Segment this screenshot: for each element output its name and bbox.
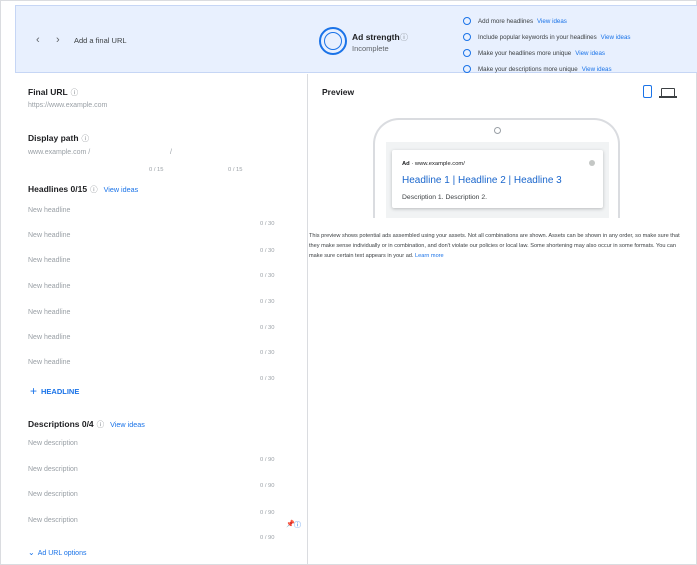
view-ideas-link[interactable]: View ideas — [104, 185, 139, 194]
help-icon[interactable]: ⓘ — [97, 420, 105, 429]
description-counter: 0 / 90 — [260, 457, 275, 463]
ad-strength-status: Incomplete — [352, 44, 389, 53]
view-ideas-link[interactable]: View ideas — [575, 50, 605, 57]
tip-text: Make your descriptions more unique — [478, 65, 578, 73]
view-ideas-link[interactable]: View ideas — [537, 18, 567, 25]
tip-text: Add more headlines — [478, 17, 534, 25]
tip-item: Add more headlines View ideas — [463, 13, 630, 29]
plus-icon: + — [30, 384, 38, 398]
phone-screen: Ad · www.example.com/ Headline 1 | Headl… — [386, 142, 609, 218]
headline-counter: 0 / 30 — [260, 350, 275, 356]
description-counter: 0 / 90 — [260, 510, 275, 516]
final-url-input[interactable]: https://www.example.com — [28, 102, 107, 109]
ad-label: Ad — [402, 161, 410, 167]
headline-input[interactable]: New headline — [28, 257, 70, 264]
view-ideas-link[interactable]: View ideas — [601, 34, 631, 41]
ad-meta: Ad · www.example.com/ — [402, 161, 465, 167]
camera-icon — [494, 127, 501, 134]
ad-preview-card: Ad · www.example.com/ Headline 1 | Headl… — [392, 150, 603, 208]
path1-counter: 0 / 15 — [149, 167, 164, 173]
circle-icon — [463, 17, 471, 25]
headline-counter: 0 / 30 — [260, 221, 275, 227]
tip-text: Include popular keywords in your headlin… — [478, 33, 597, 41]
headlines-label: Headlines 0/15 — [28, 184, 88, 194]
headline-counter: 0 / 30 — [260, 273, 275, 279]
tip-item: Make your headlines more unique View ide… — [463, 45, 630, 61]
description-input[interactable]: New description — [28, 466, 78, 473]
learn-more-link[interactable]: Learn more — [415, 253, 444, 259]
display-path-separator: / — [170, 149, 172, 156]
circle-icon — [463, 33, 471, 41]
ad-url-options-label: Ad URL options — [37, 550, 87, 557]
headline-counter: 0 / 30 — [260, 376, 275, 382]
display-path-prefix: www.example.com / — [28, 149, 91, 156]
descriptions-heading: Descriptions 0/4 ⓘ View ideas — [28, 419, 145, 430]
description-input[interactable]: New description — [28, 517, 78, 524]
help-icon[interactable]: ⓘ — [90, 185, 98, 194]
description-counter: 0 / 90 — [260, 535, 275, 541]
headline-counter: 0 / 30 — [260, 248, 275, 254]
ad-strength-banner: ‹ › Add a final URL Ad strength ⓘ Incomp… — [15, 5, 697, 73]
description-input[interactable]: New description — [28, 440, 78, 447]
chevron-down-icon: ⌄ — [28, 548, 35, 557]
preview-panel: Preview Ad · www.example.com/ Headline 1… — [309, 74, 697, 565]
ad-strength-title: Ad strength — [352, 32, 400, 42]
chevron-left-icon[interactable]: ‹ — [36, 34, 40, 46]
display-path-label: Display path — [28, 133, 79, 143]
preview-title: Preview — [322, 87, 355, 97]
desktop-device-icon[interactable] — [659, 88, 677, 98]
ad-strength-ring-icon — [319, 27, 347, 55]
responsive-search-ad-editor: ‹ › Add a final URL Ad strength ⓘ Incomp… — [0, 0, 697, 565]
ad-display-url: www.example.com/ — [414, 161, 465, 167]
headline-input[interactable]: New headline — [28, 283, 70, 290]
circle-icon — [463, 65, 471, 73]
mobile-device-icon[interactable] — [643, 85, 652, 98]
description-counter: 0 / 90 — [260, 483, 275, 489]
help-icon[interactable]: ⓘ — [400, 32, 408, 43]
headline-input[interactable]: New headline — [28, 309, 70, 316]
headline-input[interactable]: New headline — [28, 334, 70, 341]
headline-counter: 0 / 30 — [260, 299, 275, 305]
ad-strength-tips: Add more headlines View ideas Include po… — [463, 13, 630, 77]
ad-url-options-toggle[interactable]: ⌄ Ad URL options — [28, 548, 86, 557]
ad-form-panel: Final URL ⓘ https://www.example.com Displ… — [15, 74, 308, 565]
headlines-heading: Headlines 0/15 ⓘ View ideas — [28, 184, 138, 195]
final-url-heading: Final URL ⓘ — [28, 87, 78, 98]
chevron-right-icon[interactable]: › — [56, 34, 60, 46]
add-final-url-link[interactable]: Add a final URL — [74, 36, 127, 45]
tip-item: Include popular keywords in your headlin… — [463, 29, 630, 45]
ad-description: Description 1. Description 2. — [402, 194, 487, 201]
info-dot-icon — [589, 160, 595, 166]
headline-counter: 0 / 30 — [260, 325, 275, 331]
headline-input[interactable]: New headline — [28, 207, 70, 214]
headline-input[interactable]: New headline — [28, 232, 70, 239]
help-icon[interactable]: ⓘ — [71, 88, 79, 97]
headline-input[interactable]: New headline — [28, 359, 70, 366]
ad-headline: Headline 1 | Headline 2 | Headline 3 — [402, 175, 562, 186]
tip-text: Make your headlines more unique — [478, 49, 572, 57]
display-path-heading: Display path ⓘ — [28, 133, 89, 144]
view-ideas-link[interactable]: View ideas — [110, 420, 145, 429]
view-ideas-link[interactable]: View ideas — [582, 66, 612, 73]
help-icon[interactable]: ⓘ — [294, 520, 301, 530]
circle-icon — [463, 49, 471, 57]
add-headline-label: HEADLINE — [41, 387, 80, 396]
descriptions-label: Descriptions 0/4 — [28, 419, 94, 429]
preview-disclaimer: This preview shows potential ads assembl… — [309, 231, 689, 261]
phone-frame: Ad · www.example.com/ Headline 1 | Headl… — [373, 118, 620, 218]
path2-counter: 0 / 15 — [228, 167, 243, 173]
description-input[interactable]: New description — [28, 491, 78, 498]
disclaimer-text: This preview shows potential ads assembl… — [309, 233, 680, 259]
final-url-label: Final URL — [28, 87, 68, 97]
add-headline-button[interactable]: + HEADLINE — [30, 384, 79, 398]
help-icon[interactable]: ⓘ — [82, 134, 90, 143]
ad-separator: · — [411, 161, 414, 167]
